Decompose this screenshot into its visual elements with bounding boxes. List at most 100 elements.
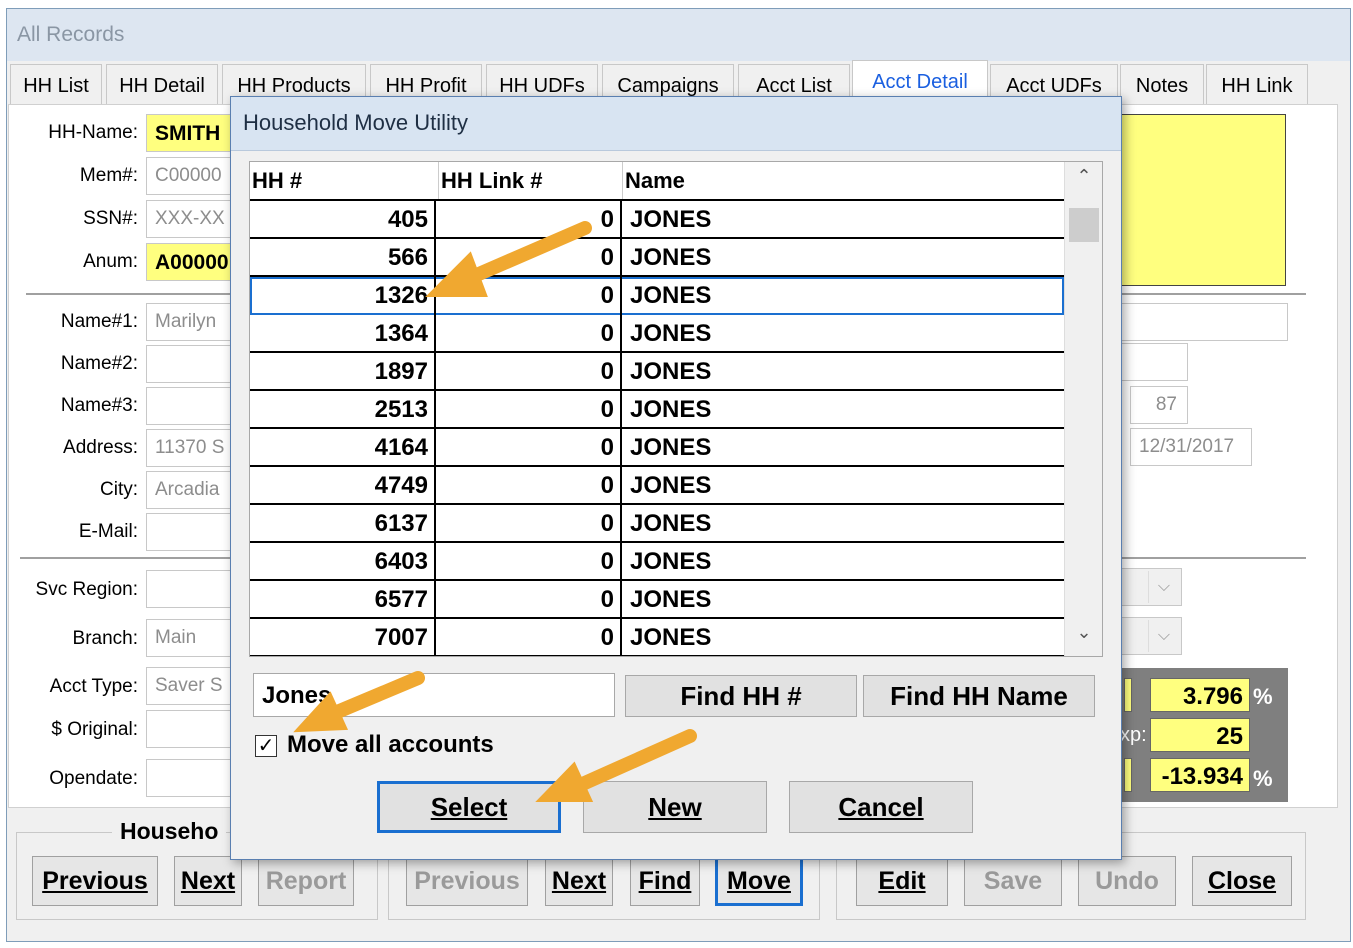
change-unit: % — [1253, 766, 1273, 791]
right-value-1[interactable]: 87 — [1130, 386, 1188, 424]
scroll-thumb[interactable] — [1069, 208, 1099, 242]
rate-left-field — [1124, 678, 1132, 712]
cell-hh-link[interactable]: 0 — [436, 315, 622, 353]
rate-field[interactable]: 3.796 — [1150, 678, 1250, 712]
scroll-up-icon[interactable]: ⌃ — [1071, 166, 1097, 194]
cancel-button[interactable]: Cancel — [789, 781, 973, 833]
cell-hh-link[interactable]: 0 — [436, 429, 622, 467]
table-row[interactable]: 6137 0 JONES — [250, 505, 1064, 543]
dialog-title: Household Move Utility — [243, 110, 468, 135]
tab-notes[interactable]: Notes — [1120, 64, 1204, 104]
notes-box[interactable] — [1110, 114, 1286, 286]
close-button[interactable]: Close — [1192, 856, 1292, 906]
column-header-name[interactable]: Name — [622, 162, 1062, 200]
undo-button[interactable]: Undo — [1078, 856, 1176, 906]
cell-hh-number[interactable]: 6577 — [250, 581, 436, 619]
find-hh-name-button[interactable]: Find HH Name — [863, 675, 1095, 717]
grid-scrollbar[interactable]: ⌃ ⌄ — [1064, 162, 1102, 656]
cell-hh-number[interactable]: 6403 — [250, 543, 436, 581]
table-row[interactable]: 1326 0 JONES — [250, 277, 1064, 315]
previous-account-button[interactable]: Previous — [406, 856, 528, 906]
anum-label: Anum: — [83, 251, 138, 272]
email-label: E-Mail: — [78, 521, 138, 542]
cell-hh-number[interactable]: 405 — [250, 201, 436, 239]
cell-name[interactable]: JONES — [622, 581, 1062, 619]
change-field[interactable]: -13.934 — [1150, 758, 1250, 792]
cell-hh-link[interactable]: 0 — [436, 277, 622, 315]
exp-label: xp: — [1120, 724, 1147, 746]
divider — [26, 293, 236, 295]
table-row[interactable]: 4749 0 JONES — [250, 467, 1064, 505]
scroll-down-icon[interactable]: ⌄ — [1071, 622, 1097, 650]
cell-name[interactable]: JONES — [622, 619, 1062, 656]
column-header-hh[interactable]: HH # — [252, 162, 436, 200]
find-hh-number-button[interactable]: Find HH # — [625, 675, 857, 717]
cell-hh-link[interactable]: 0 — [436, 391, 622, 429]
cell-hh-link[interactable]: 0 — [436, 543, 622, 581]
cell-hh-number[interactable]: 1897 — [250, 353, 436, 391]
cell-hh-number[interactable]: 1326 — [250, 277, 436, 315]
cell-hh-link[interactable]: 0 — [436, 467, 622, 505]
cell-hh-link[interactable]: 0 — [436, 581, 622, 619]
cell-hh-link[interactable]: 0 — [436, 353, 622, 391]
select-button[interactable]: Select — [377, 781, 561, 833]
table-row[interactable]: 405 0 JONES — [250, 201, 1064, 239]
cell-hh-link[interactable]: 0 — [436, 239, 622, 277]
cell-hh-link[interactable]: 0 — [436, 619, 622, 656]
acct-type-label: Acct Type: — [49, 676, 138, 697]
dialog-title-bar: Household Move Utility — [231, 97, 1121, 151]
save-button[interactable]: Save — [964, 856, 1062, 906]
cell-hh-number[interactable]: 566 — [250, 239, 436, 277]
next-household-button[interactable]: Next — [174, 856, 242, 906]
table-row[interactable]: 6577 0 JONES — [250, 581, 1064, 619]
chevron-down-icon: ⌵ — [1148, 571, 1179, 603]
previous-household-button[interactable]: Previous — [32, 856, 158, 906]
cell-name[interactable]: JONES — [622, 543, 1062, 581]
cell-name[interactable]: JONES — [622, 467, 1062, 505]
find-button[interactable]: Find — [630, 856, 700, 906]
column-header-hh-link[interactable]: HH Link # — [438, 162, 622, 200]
table-row[interactable]: 6403 0 JONES — [250, 543, 1064, 581]
cell-name[interactable]: JONES — [622, 315, 1062, 353]
cell-hh-number[interactable]: 6137 — [250, 505, 436, 543]
tab-hh-link[interactable]: HH Link — [1206, 64, 1308, 104]
table-row[interactable]: 1897 0 JONES — [250, 353, 1064, 391]
new-button[interactable]: New — [583, 781, 767, 833]
cell-hh-number[interactable]: 1364 — [250, 315, 436, 353]
table-row[interactable]: 4164 0 JONES — [250, 429, 1064, 467]
next-account-button[interactable]: Next — [545, 856, 613, 906]
cell-name[interactable]: JONES — [622, 277, 1062, 315]
move-all-checkbox[interactable]: ✓ — [255, 735, 277, 757]
rate-panel: 3.796 % xp: 25 -13.934 % — [1120, 668, 1288, 802]
cell-name[interactable]: JONES — [622, 239, 1062, 277]
cell-hh-number[interactable]: 4749 — [250, 467, 436, 505]
cell-hh-link[interactable]: 0 — [436, 201, 622, 239]
cell-name[interactable]: JONES — [622, 391, 1062, 429]
original-label: $ Original: — [51, 719, 138, 740]
cell-hh-number[interactable]: 2513 — [250, 391, 436, 429]
table-row[interactable]: 1364 0 JONES — [250, 315, 1064, 353]
edit-button[interactable]: Edit — [856, 856, 948, 906]
table-row[interactable]: 7007 0 JONES — [250, 619, 1064, 656]
right-field-1[interactable] — [1110, 303, 1288, 341]
cell-name[interactable]: JONES — [622, 429, 1062, 467]
cell-name[interactable]: JONES — [622, 201, 1062, 239]
right-date-field[interactable]: 12/31/2017 — [1130, 428, 1252, 466]
table-row[interactable]: 566 0 JONES — [250, 239, 1064, 277]
search-input[interactable]: Jones — [253, 673, 615, 717]
move-button[interactable]: Move — [715, 856, 803, 906]
table-row[interactable]: 2513 0 JONES — [250, 391, 1064, 429]
cell-hh-link[interactable]: 0 — [436, 505, 622, 543]
svc-region-label: Svc Region: — [35, 579, 138, 600]
cell-hh-number[interactable]: 7007 — [250, 619, 436, 656]
window-title: All Records — [17, 23, 125, 46]
opendate-label: Opendate: — [49, 768, 138, 789]
cell-name[interactable]: JONES — [622, 505, 1062, 543]
cell-name[interactable]: JONES — [622, 353, 1062, 391]
household-grid[interactable]: HH # HH Link # Name 405 0 JONES 566 0 JONES 13… — [249, 161, 1103, 657]
report-button[interactable]: Report — [258, 856, 354, 906]
cell-hh-number[interactable]: 4164 — [250, 429, 436, 467]
tab-hh-list[interactable]: HH List — [10, 64, 102, 104]
tab-hh-detail[interactable]: HH Detail — [106, 64, 218, 104]
exp-field[interactable]: 25 — [1150, 718, 1250, 752]
